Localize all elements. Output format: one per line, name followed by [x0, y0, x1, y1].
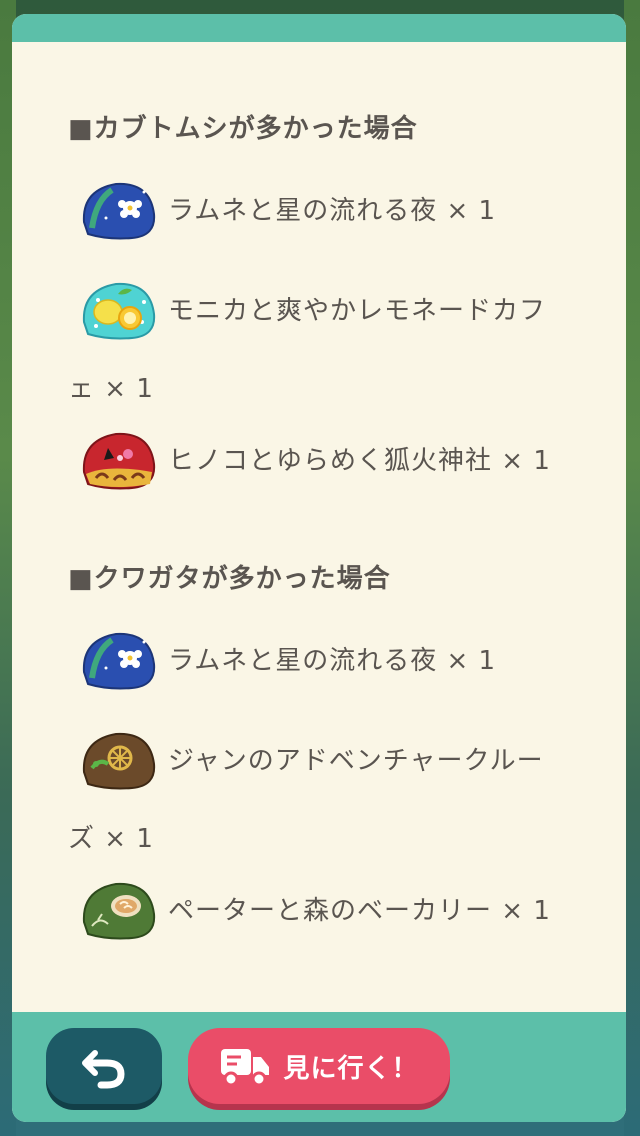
item-name-continued: ズ × 1: [68, 824, 154, 854]
info-panel: ■カブトムシが多かった場合 ラムネと星の流れる夜 × 1 モニカと爽やかレモネー…: [12, 14, 626, 1122]
back-button[interactable]: [46, 1028, 162, 1104]
go-see-button[interactable]: 見に行く！: [188, 1028, 450, 1104]
footer-bar: 見に行く！: [12, 1012, 626, 1122]
panel-header-bar: [12, 14, 626, 42]
section-title-stag-beetle: ■クワガタが多かった場合: [68, 564, 391, 594]
cookie-lemonade-icon: [82, 282, 156, 340]
cookie-fox-shrine-icon: [82, 432, 156, 490]
cookie-adventure-icon: [82, 732, 156, 790]
item-name: ヒノコとゆらめく狐火神社 × 1: [168, 446, 551, 476]
item-name: ラムネと星の流れる夜 × 1: [168, 196, 497, 226]
go-see-label: 見に行く！: [283, 1053, 419, 1084]
item-name: ジャンのアドベンチャークルー: [168, 746, 544, 776]
item-name: モニカと爽やかレモネードカフ: [168, 296, 547, 326]
truck-icon: [221, 1049, 270, 1087]
panel-content: ■カブトムシが多かった場合 ラムネと星の流れる夜 × 1 モニカと爽やかレモネー…: [12, 42, 626, 1012]
background-right: [624, 0, 640, 1136]
item-name: ラムネと星の流れる夜 × 1: [168, 646, 497, 676]
cookie-starry-night-icon: [82, 182, 156, 240]
item-name-continued: ェ × 1: [68, 374, 154, 404]
item-name: ペーターと森のベーカリー × 1: [168, 896, 551, 926]
cookie-bakery-icon: [82, 882, 156, 940]
undo-arrow-icon: [82, 1050, 125, 1089]
section-title-beetle: ■カブトムシが多かった場合: [68, 114, 418, 144]
cookie-starry-night-icon: [82, 632, 156, 690]
